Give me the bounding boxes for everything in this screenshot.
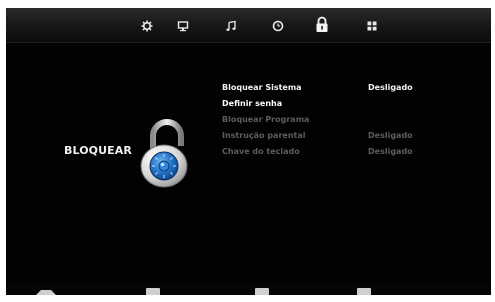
help-bar	[6, 285, 491, 295]
menu-item-chave-do-teclado: Chave do teclado Desligado	[222, 145, 452, 161]
menu-item-instrucao-parental: Instrução parental Desligado	[222, 129, 452, 145]
clock-icon	[272, 20, 284, 32]
music-note-icon	[226, 20, 236, 31]
menu-item-label: Bloquear Programa	[222, 115, 310, 124]
exit-key-icon	[357, 287, 371, 295]
monitor-icon	[177, 21, 189, 32]
menu-tab-bar	[6, 8, 491, 43]
gear-icon	[141, 20, 153, 32]
combination-lock-icon	[140, 119, 188, 188]
help-hint	[255, 287, 269, 295]
arrow-keys-icon	[36, 289, 56, 295]
tab-features[interactable]	[359, 15, 385, 37]
help-hint	[357, 287, 371, 295]
grid-icon	[367, 21, 377, 31]
menu-item-label: Definir senha	[222, 99, 283, 108]
menu-item-bloquear-sistema[interactable]: Bloquear Sistema Desligado	[222, 81, 452, 97]
menu-item-value: Desligado	[368, 147, 413, 156]
tab-picture[interactable]	[170, 15, 196, 37]
menu-key-icon	[255, 287, 269, 295]
menu-item-label: Instrução parental	[222, 131, 306, 140]
menu-item-bloquear-programa: Bloquear Programa	[222, 113, 452, 129]
lock-settings-menu: Bloquear Sistema Desligado Definir senha…	[222, 81, 452, 161]
menu-item-label: Chave do teclado	[222, 147, 300, 156]
menu-item-label: Bloquear Sistema	[222, 83, 302, 92]
padlock-icon	[316, 16, 328, 32]
help-hint	[146, 287, 160, 295]
menu-item-definir-senha[interactable]: Definir senha	[222, 97, 452, 113]
section-title: BLOQUEAR	[64, 144, 132, 157]
tab-sound[interactable]	[218, 15, 244, 37]
ok-key-icon	[146, 287, 160, 295]
menu-item-value: Desligado	[368, 131, 413, 140]
tab-time[interactable]	[265, 15, 291, 37]
tab-lock[interactable]	[309, 13, 335, 35]
help-hint	[36, 287, 56, 295]
section-lock-graphic	[134, 116, 198, 190]
tab-settings[interactable]	[134, 15, 160, 37]
tv-screen: BLOQUEAR Bloquear Sistema Desligado Defi…	[6, 8, 491, 295]
menu-item-value: Desligado	[368, 83, 413, 92]
tv-frame: BLOQUEAR Bloquear Sistema Desligado Defi…	[0, 0, 495, 302]
